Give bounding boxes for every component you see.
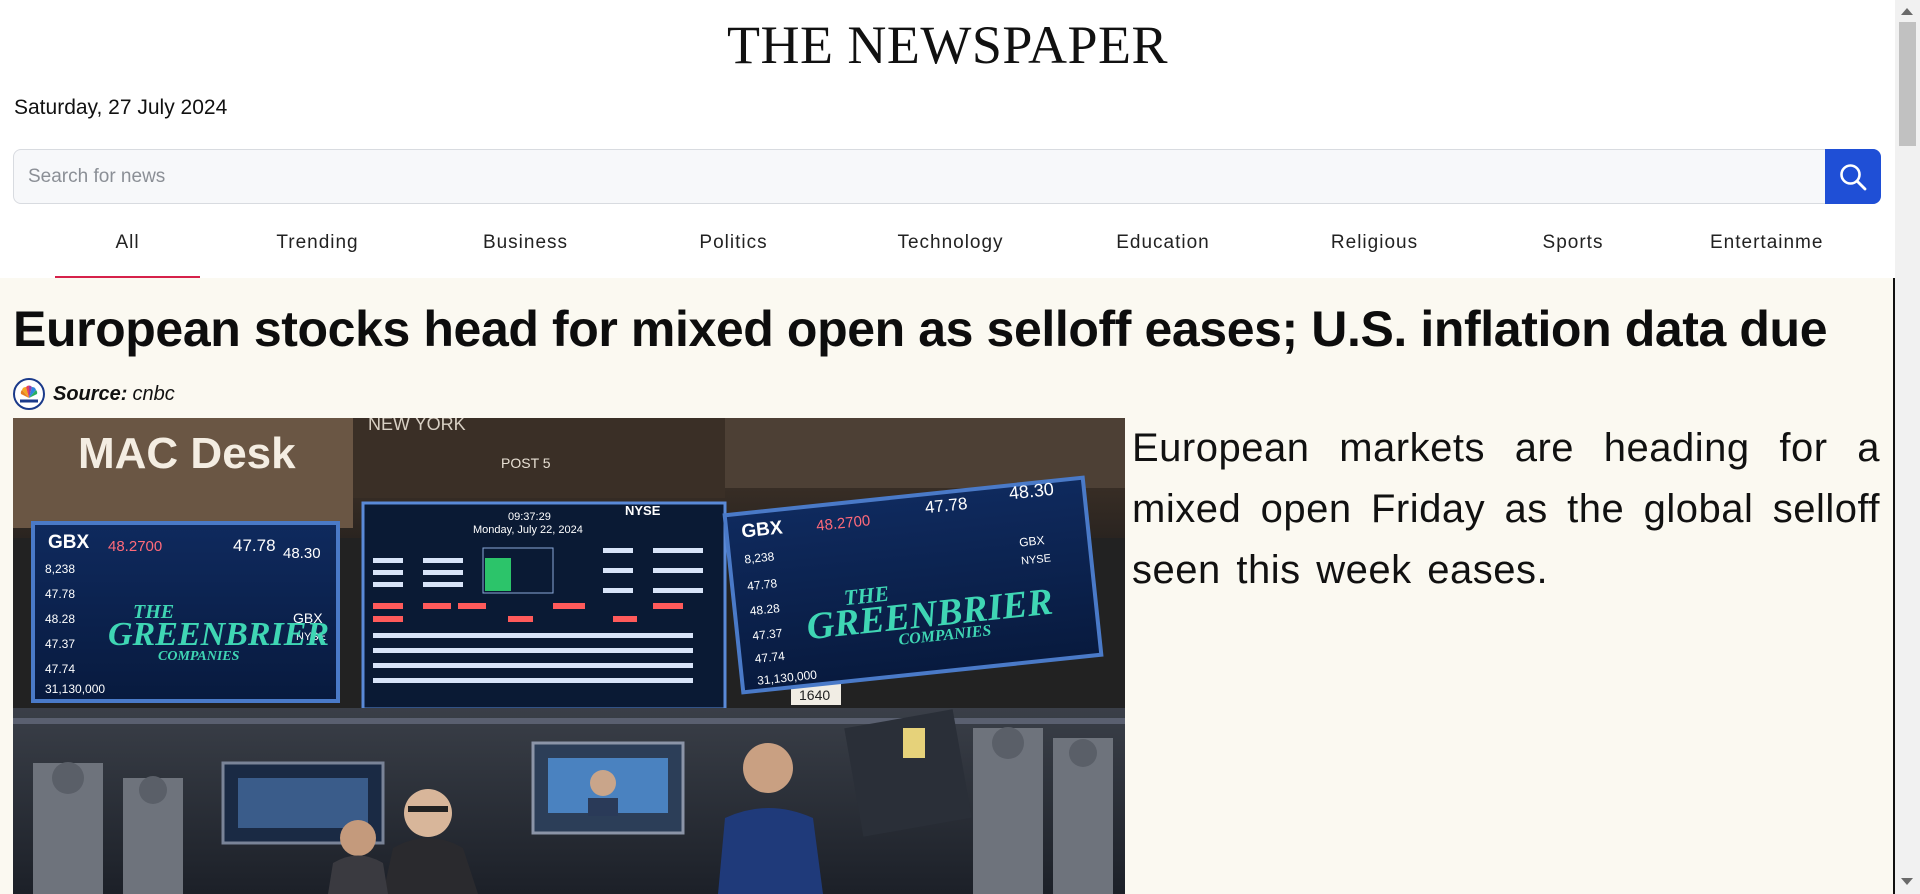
scrollbar-thumb[interactable] bbox=[1899, 22, 1916, 146]
svg-text:09:37:29: 09:37:29 bbox=[508, 511, 551, 523]
tab-education[interactable]: Education bbox=[1078, 222, 1248, 276]
search-button[interactable] bbox=[1825, 149, 1881, 204]
search-icon bbox=[1840, 163, 1867, 190]
svg-text:8,238: 8,238 bbox=[45, 562, 75, 576]
svg-text:COMPANIES: COMPANIES bbox=[158, 649, 240, 664]
article-headline[interactable]: European stocks head for mixed open as s… bbox=[13, 300, 1828, 358]
cnbc-peacock-logo bbox=[13, 378, 45, 410]
desk-sign: MAC Desk bbox=[78, 429, 296, 478]
svg-text:48.28: 48.28 bbox=[45, 612, 75, 626]
svg-text:Monday, July 22, 2024: Monday, July 22, 2024 bbox=[473, 524, 583, 536]
tab-trending[interactable]: Trending bbox=[240, 222, 395, 276]
search-bar bbox=[13, 149, 1881, 204]
tab-all[interactable]: All bbox=[55, 222, 200, 278]
svg-text:47.74: 47.74 bbox=[45, 662, 75, 676]
article-summary: European markets are heading for a mixed… bbox=[1132, 426, 1880, 592]
svg-text:GBX: GBX bbox=[740, 517, 783, 542]
scroll-down-icon[interactable] bbox=[1901, 878, 1913, 885]
featured-article: European stocks head for mixed open as s… bbox=[0, 278, 1895, 894]
tab-sports[interactable]: Sports bbox=[1498, 222, 1648, 276]
svg-text:48.30: 48.30 bbox=[283, 545, 321, 562]
stock-exchange-photo: MAC Desk NEW YORK POST 5 GBX 48.2700 47.… bbox=[13, 418, 1125, 894]
svg-text:47.37: 47.37 bbox=[45, 637, 75, 651]
masthead[interactable]: THE NEWSPAPER bbox=[0, 14, 1895, 76]
svg-text:GREENBRIER: GREENBRIER bbox=[108, 616, 329, 653]
scroll-up-icon[interactable] bbox=[1901, 8, 1913, 15]
tab-politics[interactable]: Politics bbox=[656, 222, 811, 276]
svg-text:31,130,000: 31,130,000 bbox=[45, 682, 105, 696]
current-date: Saturday, 27 July 2024 bbox=[14, 96, 228, 119]
svg-text:47.78: 47.78 bbox=[233, 536, 276, 555]
vertical-scrollbar[interactable] bbox=[1895, 0, 1920, 894]
street-sign: NEW YORK bbox=[368, 418, 466, 434]
page: THE NEWSPAPER Saturday, 27 July 2024 All… bbox=[0, 0, 1895, 894]
article-source: Source: cnbc bbox=[13, 376, 175, 412]
source-label: Source: bbox=[53, 382, 128, 405]
svg-text:47.78: 47.78 bbox=[45, 587, 75, 601]
tab-religious[interactable]: Religious bbox=[1292, 222, 1457, 276]
source-name: cnbc bbox=[132, 382, 175, 405]
svg-text:GBX: GBX bbox=[48, 532, 90, 553]
svg-text:48.2700: 48.2700 bbox=[108, 538, 162, 555]
tab-technology[interactable]: Technology bbox=[858, 222, 1043, 276]
search-input[interactable] bbox=[14, 150, 1824, 203]
post-sign: POST 5 bbox=[501, 455, 551, 471]
svg-text:GBX: GBX bbox=[1018, 533, 1045, 550]
article-image[interactable]: MAC Desk NEW YORK POST 5 GBX 48.2700 47.… bbox=[13, 418, 1125, 894]
tab-entertainment[interactable]: Entertainme bbox=[1710, 222, 1895, 276]
category-tabs: All Trending Business Politics Technolog… bbox=[55, 222, 1895, 278]
svg-text:NYSE: NYSE bbox=[625, 503, 661, 518]
svg-text:1640: 1640 bbox=[799, 687, 830, 703]
tab-business[interactable]: Business bbox=[448, 222, 603, 276]
